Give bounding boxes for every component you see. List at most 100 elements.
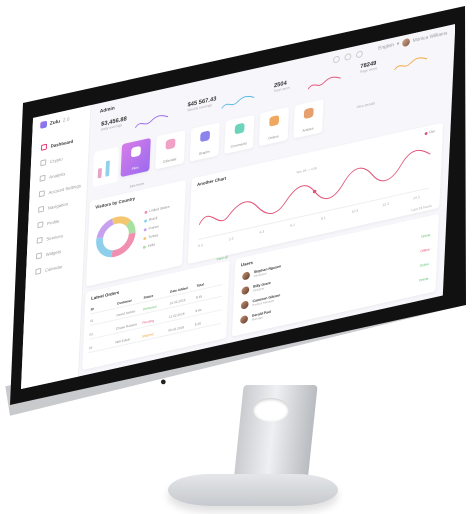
cart-icon (269, 114, 280, 127)
legend-swatch (143, 227, 147, 232)
sidebar-item-label: Widgets (45, 248, 62, 257)
sidebar-item[interactable]: Crypto (40, 156, 63, 167)
x-tick-label: 14.3 (413, 194, 420, 201)
brand-name: Zulu (49, 118, 61, 127)
mini-bar (97, 167, 102, 179)
page-title: Admin (99, 105, 115, 115)
user-list-item[interactable]: Cameron Gibson Product Manager (240, 293, 280, 310)
quick-link-label: Comments (230, 141, 248, 149)
apple-logo-icon: ● (160, 376, 167, 388)
country-name: United States (149, 204, 170, 214)
bell-icon[interactable] (344, 52, 352, 62)
order-total: $ 26 (194, 321, 202, 327)
menu-icon (39, 174, 46, 182)
country-legend-item: United States (144, 204, 170, 214)
quick-link[interactable]: Files (120, 137, 151, 178)
legend-swatch (142, 244, 146, 249)
quick-link[interactable]: Articles (293, 99, 324, 139)
sidebar-item-label: Navigation (47, 200, 69, 211)
order-customer: Nell Edwin (115, 336, 131, 344)
sidebar-item-label: Crypto (49, 155, 63, 164)
column-header[interactable]: Date Added (170, 284, 197, 294)
logo-icon (40, 120, 48, 129)
user-list-item[interactable]: Gerald Paul Manager (240, 310, 271, 325)
order-status: Pending (142, 318, 155, 325)
column-header[interactable]: Total (197, 278, 224, 288)
menu-icon (40, 159, 47, 167)
menu-icon (38, 190, 45, 198)
avatar (240, 300, 249, 310)
sidebar-item[interactable]: Services (36, 232, 63, 244)
order-total: $ 84 (195, 307, 202, 313)
order-total: $ 45 (195, 293, 203, 300)
sidebar-item-label: Profile (47, 218, 60, 226)
legend-swatch (143, 236, 147, 240)
brand[interactable]: Zulu 2.0 (40, 116, 70, 129)
sidebar-item-label: Calendar (44, 263, 63, 273)
user-list-item[interactable]: Billy Grant Designer (241, 281, 271, 296)
visitors-card: Visitors by Country United States Brazil F… (85, 179, 186, 287)
chart-footer: Last 24 hours (411, 203, 432, 213)
x-tick-label: 2.3 (228, 236, 234, 242)
sidebar-item[interactable]: Widgets (35, 248, 62, 260)
x-tick-label: 10.3 (351, 208, 359, 215)
order-customer: David Stokes (116, 308, 136, 317)
quick-link[interactable]: Orders (258, 106, 290, 147)
x-tick-label: 4.3 (259, 229, 265, 235)
chart-legend: Dec (424, 129, 435, 135)
order-id: 02 (89, 331, 94, 337)
quick-link-label: Calendar (162, 157, 177, 164)
brand-version: 2.0 (62, 116, 70, 124)
order-customer: Chase Roberts (115, 321, 138, 331)
dashboard: Zulu 2.0 Dashboard Crypto Analysis Account … (21, 24, 456, 389)
order-id: 03 (88, 345, 93, 350)
order-status: Delivered (142, 304, 157, 311)
sidebar-item[interactable]: Profile (37, 218, 59, 229)
monitor-stand-hole (253, 398, 289, 422)
sidebar-item-label: Analysis (49, 170, 66, 180)
order-id: 01 (90, 318, 94, 323)
legend-swatch (424, 131, 428, 135)
graph-icon (200, 130, 211, 143)
country-legend-item: Brazil (144, 216, 157, 223)
sidebar-item-label: Dashboard (50, 138, 74, 149)
view-details-link[interactable]: View Details (356, 101, 375, 109)
sidebar-item[interactable]: Analysis (39, 170, 66, 182)
quick-link[interactable]: Comments (224, 114, 255, 155)
avatar (240, 314, 249, 325)
search-icon[interactable] (332, 55, 340, 64)
avatar (241, 285, 250, 296)
column-header[interactable]: Customer (117, 295, 144, 305)
quick-link[interactable]: Graphs (189, 122, 220, 162)
mini-bar-card (92, 146, 120, 188)
menu-icon (35, 267, 42, 275)
country-name: France (148, 224, 160, 231)
comment-icon (234, 122, 245, 135)
sidebar-item[interactable]: Navigation (38, 200, 68, 213)
article-icon (303, 107, 314, 120)
menu-icon (36, 236, 43, 244)
chevron-down-icon: ▾ (396, 41, 400, 48)
country-name: Brazil (148, 216, 158, 222)
menu-icon (37, 221, 44, 229)
sidebar-item[interactable]: Calendar (35, 263, 63, 275)
order-status: Shipped (141, 331, 154, 339)
quick-link[interactable]: Calendar (155, 130, 186, 170)
x-tick-label: 8.1 (320, 215, 326, 221)
x-tick-label: 6.1 (290, 222, 295, 228)
quick-link-label: Articles (302, 126, 314, 133)
sidebar-item[interactable]: Account Settings (38, 182, 81, 198)
column-header[interactable]: Status (144, 289, 171, 299)
see-more-link[interactable]: See more (129, 182, 144, 189)
sidebar-item[interactable]: Dashboard (40, 138, 74, 151)
country-name: India (147, 242, 156, 248)
x-tick-label: 12.3 (382, 201, 390, 208)
column-header[interactable]: ID (91, 301, 118, 311)
order-date: 12.02.2016 (169, 297, 186, 306)
user-status: Online (420, 232, 431, 239)
user-status: Offline (420, 247, 430, 254)
avatar (242, 271, 251, 281)
language-select[interactable]: English (378, 42, 394, 51)
user-list-item[interactable]: Stephan Nguyen Developer (242, 264, 281, 281)
mail-icon[interactable] (355, 50, 363, 59)
